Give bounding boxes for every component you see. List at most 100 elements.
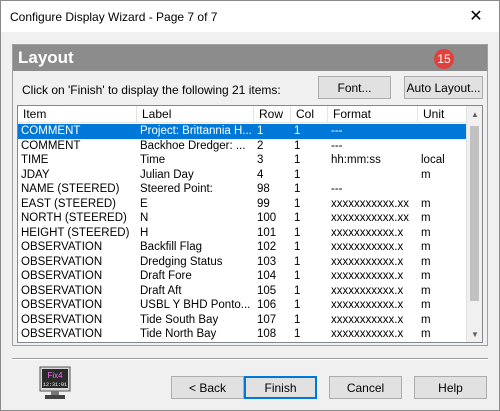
list-item-format: xxxxxxxxxxx.x (331, 284, 404, 297)
list-item[interactable]: NAME (STEERED) Steered Point: 98 1 --- (18, 182, 467, 197)
list-item[interactable]: OBSERVATION Tide South Bay 107 1 xxxxxxxxxxx… (18, 313, 467, 328)
auto-layout-button[interactable]: Auto Layout... (404, 76, 483, 99)
list-item[interactable]: OBSERVATION Backfill Flag 102 1 xxxxxxxxxxx.… (18, 240, 467, 255)
column-header-unit[interactable]: Unit (418, 106, 467, 123)
list-item[interactable]: NORTH (STEERED) N 100 1 xxxxxxxxxxx.xx m (18, 211, 467, 226)
panel-title: Layout (18, 48, 74, 67)
help-button[interactable]: Help (414, 376, 487, 399)
list-item-format (328, 168, 418, 183)
list-item-label: Tide North Bay (140, 328, 217, 340)
list-item-item: NORTH (STEERED) (21, 212, 127, 224)
list-item[interactable]: OBSERVATION Dredging Status 103 1 xxxxxxxxxx… (18, 255, 467, 270)
items-list[interactable]: Item Label Row Col Format Unit COMMENT Pr… (17, 105, 483, 343)
list-item-label: Dredging Status (140, 255, 223, 268)
list-item-row: 1 (257, 125, 264, 137)
list-item-row: 3 (257, 154, 264, 166)
list-item-unit: m (421, 241, 431, 253)
layout-panel: Layout 15 Click on 'Finish' to display t… (12, 44, 488, 346)
list-item-col: 1 (294, 299, 301, 311)
list-item-unit: m (418, 342, 467, 343)
list-item-label: Backfill Flag (140, 241, 202, 253)
list-item[interactable]: JDAY Julian Day 4 1 m (18, 168, 467, 183)
vertical-scrollbar[interactable]: ▲ ▼ (466, 106, 482, 342)
fix4-logo-clock: 12:31:01 (43, 382, 67, 388)
list-item-unit (418, 139, 467, 154)
cancel-button[interactable]: Cancel (329, 376, 402, 399)
list-item-row: 107 (257, 313, 277, 326)
list-item-label: Time (140, 154, 166, 166)
list-item[interactable]: OBSERVATION Draft Fore 104 1 xxxxxxxxxxx.x m (18, 269, 467, 284)
column-header-format[interactable]: Format (328, 106, 418, 123)
list-item-col: 1 (294, 226, 301, 239)
list-item[interactable]: OBSERVATION USBL Y BHD Ponto... 106 1 xxxxxx… (18, 298, 467, 313)
list-item-unit: m (421, 255, 431, 268)
list-item-format: xxxxxxxxxxx.xx (331, 212, 409, 224)
list-item[interactable]: OBSERVATIONEventing1091xxxxxxxxxxx.xm (18, 342, 467, 343)
list-item-unit: m (421, 313, 431, 326)
list-item-row: 4 (257, 168, 264, 181)
list-item-item: EAST (STEERED) (21, 197, 116, 210)
list-item-row: 104 (257, 270, 277, 282)
fix4-logo-title: Fix4 (47, 371, 63, 380)
column-header-item[interactable]: Item (18, 106, 137, 123)
list-item-row: 100 (257, 212, 277, 224)
list-item-format: xxxxxxxxxxx.x (331, 270, 404, 282)
close-icon[interactable]: ✕ (453, 1, 499, 31)
list-item-item: OBSERVATION (21, 328, 103, 340)
list-item[interactable]: TIME Time 3 1 hh:mm:ss local (18, 153, 467, 168)
list-item-row: 102 (257, 241, 277, 253)
list-item-col: 1 (294, 284, 301, 297)
list-item-item: NAME (STEERED) (21, 183, 120, 195)
list-item-item: OBSERVATION (21, 299, 103, 311)
column-header-col[interactable]: Col (291, 106, 328, 123)
list-item-item: OBSERVATION (21, 284, 103, 297)
list-item-row: 101 (257, 226, 277, 239)
list-item-label: Julian Day (140, 168, 194, 181)
list-item-row: 2 (257, 139, 264, 152)
list-item-unit: m (421, 328, 431, 340)
list-item-col: 1 (294, 197, 301, 210)
footer-separator (12, 358, 488, 360)
list-item[interactable]: HEIGHT (STEERED) H 101 1 xxxxxxxxxxx.x m (18, 226, 467, 241)
list-item-col: 1 (294, 212, 301, 224)
list-item-unit: m (421, 168, 431, 181)
scroll-down-icon[interactable]: ▼ (467, 326, 482, 342)
list-item-row: 103 (257, 255, 277, 268)
list-item-unit: m (421, 299, 431, 311)
finish-button[interactable]: Finish (244, 376, 317, 399)
column-header-label[interactable]: Label (137, 106, 254, 123)
font-button[interactable]: Font... (318, 76, 391, 99)
list-item-unit: m (421, 197, 431, 210)
back-button[interactable]: < Back (171, 376, 244, 399)
list-item-col: 1 (294, 154, 301, 166)
list-item[interactable]: OBSERVATION Tide North Bay 108 1 xxxxxxxxxxx… (18, 327, 467, 342)
list-item-item: OBSERVATION (21, 241, 103, 253)
list-item-col: 1 (294, 313, 301, 326)
scroll-thumb[interactable] (470, 126, 479, 301)
list-item-format: xxxxxxxxxxx.x (331, 241, 404, 253)
list-item-label: Backhoe Dredger: ... (140, 139, 246, 152)
list-item-col: 1 (294, 139, 301, 152)
list-item[interactable]: EAST (STEERED) E 99 1 xxxxxxxxxxx.xx m (18, 197, 467, 212)
list-item[interactable]: COMMENT Backhoe Dredger: ... 2 1 --- (18, 139, 467, 154)
list-item-label: H (140, 226, 149, 239)
scroll-up-icon[interactable]: ▲ (467, 106, 482, 122)
list-item-unit: local (421, 154, 445, 166)
list-item-col: 1 (294, 270, 301, 282)
list-item-label: USBL Y BHD Ponto... (140, 299, 251, 311)
list-item[interactable]: COMMENT Project: Brittannia H... 1 1 --- (18, 124, 467, 139)
list-item[interactable]: OBSERVATION Draft Aft 105 1 xxxxxxxxxxx.x m (18, 284, 467, 299)
list-item-col: 1 (294, 183, 301, 195)
list-item-col: 1 (294, 168, 301, 181)
list-item-unit: m (421, 284, 431, 297)
list-item-row: 108 (257, 328, 277, 340)
list-item-col: 1 (294, 255, 301, 268)
list-item-item: TIME (21, 154, 49, 166)
list-item-unit: m (421, 212, 431, 224)
list-item-item: HEIGHT (STEERED) (21, 226, 130, 239)
list-item-col: 1 (294, 328, 301, 340)
list-item-row: 105 (257, 284, 277, 297)
column-header-row[interactable]: Row (254, 106, 291, 123)
list-item-label: N (140, 212, 149, 224)
list-item-unit (418, 182, 467, 197)
